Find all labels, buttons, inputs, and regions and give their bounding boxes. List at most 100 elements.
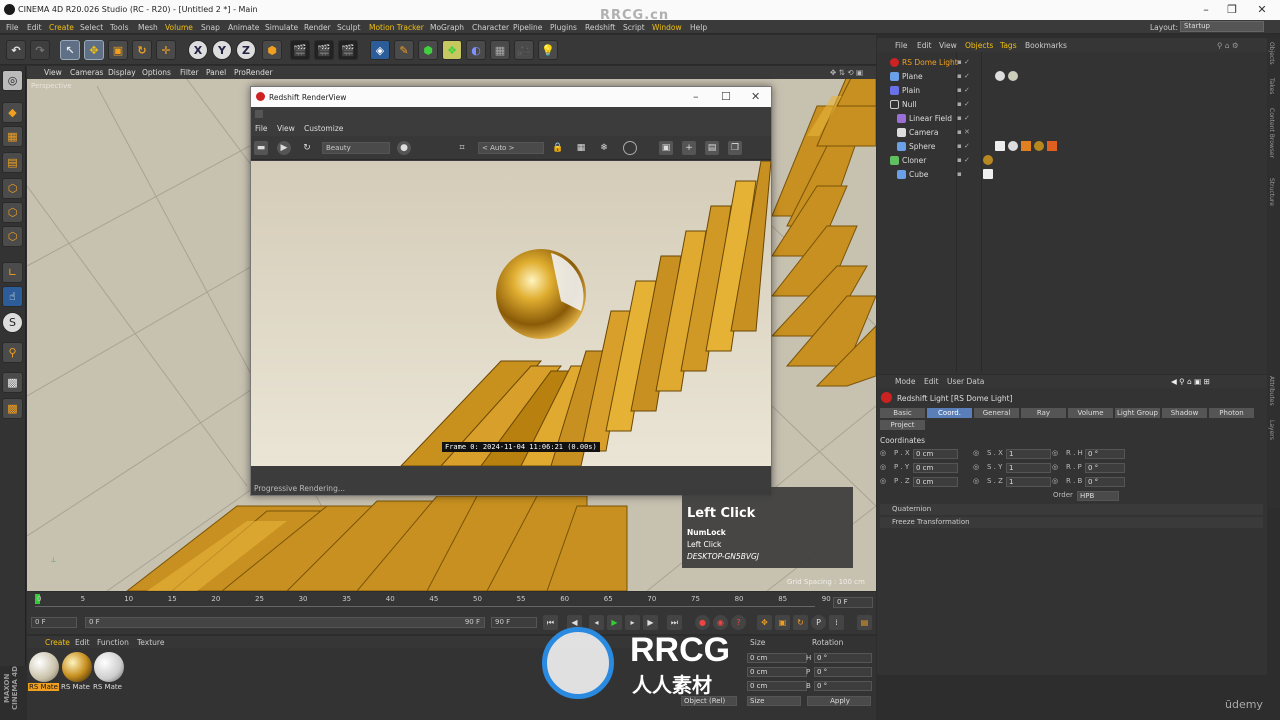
end-frame-field[interactable]: 90 F	[491, 617, 537, 628]
rot-b-field[interactable]: 0 °	[814, 681, 872, 691]
keyframe-icon[interactable]: ◎	[1052, 477, 1058, 485]
tab-light-group[interactable]: Light Group	[1115, 408, 1160, 418]
rotate-icon[interactable]: ↻	[132, 40, 152, 60]
history-icon[interactable]: ▤	[705, 141, 719, 155]
start-render-icon[interactable]: ▶	[277, 141, 291, 155]
side-tab-objects[interactable]: Objects	[1268, 42, 1275, 65]
start-frame-field[interactable]: 0 F	[31, 617, 77, 628]
timeline-window-icon[interactable]: ▤	[857, 615, 872, 630]
polygons-mode-icon[interactable]: ⬡	[2, 226, 23, 247]
sz-field[interactable]: 1	[1006, 477, 1051, 487]
planar-workplane-icon[interactable]: ▩	[2, 398, 23, 419]
om-menu-objects[interactable]: Objects	[965, 41, 993, 50]
workplane-icon[interactable]: ▤	[2, 152, 23, 173]
apply-button[interactable]: Apply	[807, 696, 871, 706]
menu-create[interactable]: Create	[49, 23, 74, 32]
size-y-field[interactable]: 0 cm	[747, 667, 807, 677]
tab-basic[interactable]: Basic	[880, 408, 925, 418]
material-tag-icon[interactable]	[983, 155, 993, 165]
object-row-sphere[interactable]: Sphere ▪ ✓	[877, 140, 1267, 153]
am-menu-mode[interactable]: Mode	[895, 377, 915, 386]
material-swatch[interactable]	[62, 652, 92, 682]
layout-select[interactable]: Startup	[1180, 21, 1264, 32]
camera-icon[interactable]: 🎥	[514, 40, 534, 60]
menu-help[interactable]: Help	[690, 23, 707, 32]
checker-tag-icon[interactable]	[995, 141, 1005, 151]
object-row-null[interactable]: Null ▪ ✓	[877, 98, 1267, 111]
model-mode-icon[interactable]: ◆	[2, 102, 23, 123]
pz-field[interactable]: 0 cm	[913, 477, 958, 487]
aov-select[interactable]: Beauty	[322, 142, 390, 154]
make-editable-icon[interactable]: ◎	[2, 70, 23, 91]
freeze-transformation-section[interactable]: Freeze Transformation	[880, 517, 1263, 528]
size-z-field[interactable]: 0 cm	[747, 681, 807, 691]
visibility-flags-icon[interactable]: ▪ ✓	[957, 58, 970, 66]
object-row-camera[interactable]: Camera ▪ ✕	[877, 126, 1267, 139]
menu-redshift[interactable]: Redshift	[585, 23, 615, 32]
vp-menu-options[interactable]: Options	[142, 68, 171, 77]
vp-nav-icons[interactable]: ✥ ⇅ ⟲ ▣	[830, 68, 863, 77]
material-tag-icon[interactable]	[995, 71, 1005, 81]
subdivision-icon[interactable]: ⬢	[418, 40, 438, 60]
snowflake-icon[interactable]: ❄	[597, 141, 611, 155]
menu-snap[interactable]: Snap	[201, 23, 220, 32]
material-swatch[interactable]	[94, 652, 124, 682]
snapshot-icon[interactable]: ▣	[659, 141, 673, 155]
mm-menu-create[interactable]: Create	[45, 638, 70, 647]
copy-icon[interactable]: ❐	[728, 141, 742, 155]
parameter-key-icon[interactable]: P	[811, 615, 826, 630]
size-mode-select[interactable]: Size	[747, 696, 801, 706]
menu-window[interactable]: Window	[652, 23, 682, 32]
om-menu-tags[interactable]: Tags	[1000, 41, 1017, 50]
tweak-mode-icon[interactable]: ☝	[2, 286, 23, 307]
warning-tag-icon[interactable]	[1021, 141, 1031, 151]
visibility-flags-icon[interactable]: ▪ ✓	[957, 100, 970, 108]
floor-icon[interactable]: ▦	[490, 40, 510, 60]
tab-volume[interactable]: Volume	[1068, 408, 1113, 418]
vp-menu-panel[interactable]: Panel	[206, 68, 226, 77]
menu-sculpt[interactable]: Sculpt	[337, 23, 360, 32]
mm-menu-texture[interactable]: Texture	[137, 638, 164, 647]
quaternion-section[interactable]: Quaternion	[880, 504, 1263, 515]
rot-h-field[interactable]: 0 °	[814, 653, 872, 663]
object-row-rs-dome-light[interactable]: RS Dome Light ▪ ✓	[877, 56, 1267, 69]
visibility-flags-icon[interactable]: ▪ ✓	[957, 72, 970, 80]
material-swatch[interactable]	[29, 652, 59, 682]
menu-volume[interactable]: Volume	[165, 23, 193, 32]
material-tag-icon[interactable]	[1008, 141, 1018, 151]
om-menu-view[interactable]: View	[939, 41, 957, 50]
menu-animate[interactable]: Animate	[228, 23, 259, 32]
menu-script[interactable]: Script	[623, 23, 645, 32]
rb-field[interactable]: 0 °	[1085, 477, 1125, 487]
keyframe-icon[interactable]: ◎	[880, 463, 886, 471]
timeline-ruler[interactable]: 0 5 10 15 20 25 30 35 40 45 50 55 60 65 70 75 80 85 90 0 F	[27, 592, 876, 612]
keyframe-icon[interactable]: ◎	[1052, 449, 1058, 457]
mm-menu-function[interactable]: Function	[97, 638, 129, 647]
tab-ray[interactable]: Ray	[1021, 408, 1066, 418]
lock-icon[interactable]: 🔒	[551, 141, 565, 155]
om-menu-file[interactable]: File	[895, 41, 908, 50]
rv-grip-icon[interactable]	[255, 110, 263, 118]
close-icon[interactable]: ✕	[1252, 3, 1272, 16]
keyframe-icon[interactable]: ◎	[973, 463, 979, 471]
menu-simulate[interactable]: Simulate	[265, 23, 298, 32]
keyframe-icon[interactable]: ◎	[1052, 463, 1058, 471]
rh-field[interactable]: 0 °	[1085, 449, 1125, 459]
keyframe-icon[interactable]: ◎	[880, 477, 886, 485]
bucket-icon[interactable]: ●	[397, 141, 411, 155]
quantize-icon[interactable]: ⚲	[2, 342, 23, 363]
side-tab-content-browser[interactable]: Content Browser	[1268, 108, 1275, 158]
tab-coord[interactable]: Coord.	[927, 408, 972, 418]
frame-range-slider[interactable]: 0 F 90 F	[85, 617, 485, 628]
side-tab-attributes[interactable]: Attributes	[1268, 376, 1275, 406]
rv-menu-view[interactable]: View	[277, 124, 295, 133]
om-menu-edit[interactable]: Edit	[917, 41, 932, 50]
keyframe-icon[interactable]: ◎	[880, 449, 886, 457]
undo-icon[interactable]: ↶	[6, 40, 26, 60]
z-axis-icon[interactable]: Z	[236, 40, 256, 60]
object-row-cloner[interactable]: Cloner ▪ ✓	[877, 154, 1267, 167]
keyframe-icon[interactable]: ◎	[973, 449, 979, 457]
object-row-cube[interactable]: Cube ▪	[877, 168, 1267, 181]
restore-icon[interactable]: ❐	[1222, 3, 1242, 16]
tab-photon[interactable]: Photon	[1209, 408, 1254, 418]
